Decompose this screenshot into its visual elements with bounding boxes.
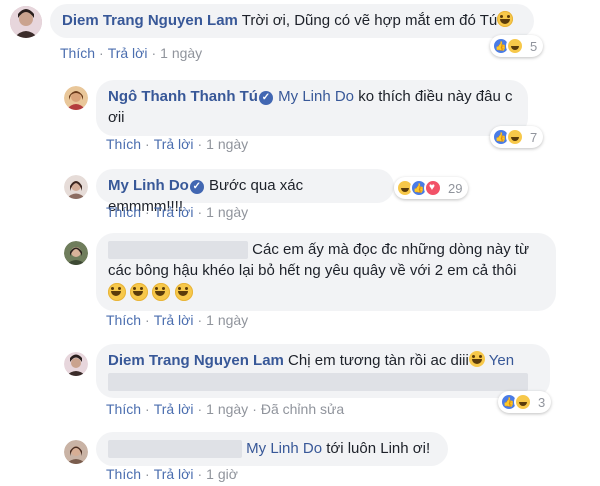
comment-actions: Thích · Trả lời · 1 giờ [106, 466, 238, 482]
comment-time[interactable]: 1 ngày [206, 312, 248, 328]
comment-author[interactable]: Diem Trang Nguyen Lam [108, 352, 284, 369]
reaction-count: 7 [530, 129, 538, 145]
reply-link[interactable]: Trả lời [154, 312, 194, 328]
like-link[interactable]: Thích [106, 312, 141, 328]
mention-link[interactable]: My Linh Do [246, 440, 322, 457]
comment-bubble: Diem Trang Nguyen Lam Chị em tương tàn r… [96, 344, 550, 398]
avatar[interactable] [10, 6, 42, 38]
comment-actions: Thích · Trả lời · 1 ngày [106, 204, 249, 220]
love-reaction-icon [424, 179, 442, 197]
haha-reaction-icon [506, 128, 524, 146]
reply-link[interactable]: Trả lời [154, 401, 194, 417]
comment-time[interactable]: 1 ngày [206, 401, 248, 417]
mention-link[interactable]: My Linh Do [278, 88, 354, 105]
redacted-text [108, 373, 528, 392]
reaction-count: 29 [448, 180, 463, 196]
comment-author[interactable]: Diem Trang Nguyen Lam [62, 12, 238, 29]
like-link[interactable]: Thích [106, 401, 141, 417]
reaction-summary[interactable]: 5 [490, 35, 544, 57]
comment-bubble: Các em ấy mà đọc đc những dòng này từ cá… [96, 233, 556, 311]
reply-link[interactable]: Trả lời [154, 204, 194, 220]
verified-badge-icon: ✓ [258, 91, 273, 105]
comment-text: tới luôn Linh ơi! [326, 440, 431, 457]
rofl-emoji-icon [468, 351, 485, 367]
comment-author[interactable]: Ngô Thanh Thanh Tú [108, 88, 258, 105]
haha-reaction-icon [514, 393, 532, 411]
comment-actions: Thích · Trả lời · 1 ngày [60, 45, 203, 61]
comment-text: Trời ơi, Dũng có vẽ hợp mắt em đó Tú [241, 12, 498, 29]
reply-link[interactable]: Trả lời [154, 136, 194, 152]
avatar[interactable] [64, 86, 88, 110]
redacted-author-name [108, 241, 248, 260]
avatar[interactable] [64, 241, 88, 265]
reaction-summary[interactable]: 3 [498, 391, 552, 413]
verified-badge-icon: ✓ [189, 180, 204, 194]
reaction-count: 5 [530, 38, 538, 54]
edited-label[interactable]: Đã chỉnh sửa [261, 401, 344, 417]
avatar[interactable] [64, 440, 88, 464]
like-link[interactable]: Thích [106, 136, 141, 152]
comment-text: ko thích điều này đâu c [358, 88, 513, 105]
tears-of-joy-emoji-icon [152, 283, 171, 301]
comment-bubble: My Linh Do ✓ Bước qua xác emmmm!!!! [96, 169, 394, 215]
comment-time[interactable]: 1 ngày [160, 45, 202, 61]
tears-of-joy-emoji-icon [497, 11, 514, 27]
reaction-summary[interactable]: 29 [394, 177, 469, 199]
comment-bubble: Diem Trang Nguyen Lam Trời ơi, Dũng có v… [50, 4, 534, 38]
like-link[interactable]: Thích [106, 466, 141, 482]
comment-text-continued: ơii [108, 109, 125, 126]
comment-author[interactable]: My Linh Do [108, 177, 189, 194]
reaction-summary[interactable]: 7 [490, 126, 544, 148]
comment-bubble: My Linh Do tới luôn Linh ơi! [96, 432, 448, 466]
comment-text: Các em ấy mà đọc đc những dòng này từ [252, 241, 530, 258]
tears-of-joy-emoji-icon [130, 283, 149, 301]
avatar[interactable] [64, 175, 88, 199]
reply-link[interactable]: Trả lời [108, 45, 148, 61]
mention-link[interactable]: Yen [489, 352, 514, 369]
comment-text: Chị em tương tàn rồi ac diii [288, 352, 469, 369]
redacted-author-name [108, 440, 242, 459]
comment-bubble: Ngô Thanh Thanh Tú ✓ My Linh Do ko thích … [96, 80, 528, 136]
reply-link[interactable]: Trả lời [154, 466, 194, 482]
comment-time[interactable]: 1 ngày [206, 204, 248, 220]
comment-time[interactable]: 1 giờ [206, 466, 238, 482]
like-link[interactable]: Thích [60, 45, 95, 61]
comment-text-continued: các bông hậu khéo lại bỏ hết ng yêu quây… [108, 262, 517, 279]
comment-time[interactable]: 1 ngày [206, 136, 248, 152]
reaction-count: 3 [538, 394, 546, 410]
comment-actions: Thích · Trả lời · 1 ngày [106, 312, 249, 328]
comment-actions: Thích · Trả lời · 1 ngày [106, 136, 249, 152]
avatar[interactable] [64, 352, 88, 376]
like-link[interactable]: Thích [106, 204, 141, 220]
tears-of-joy-emoji-icon [108, 283, 126, 301]
comment-actions: Thích · Trả lời · 1 ngày · Đã chỉnh sửa [106, 401, 345, 417]
tears-of-joy-emoji-icon [174, 283, 193, 301]
haha-reaction-icon [506, 37, 524, 55]
